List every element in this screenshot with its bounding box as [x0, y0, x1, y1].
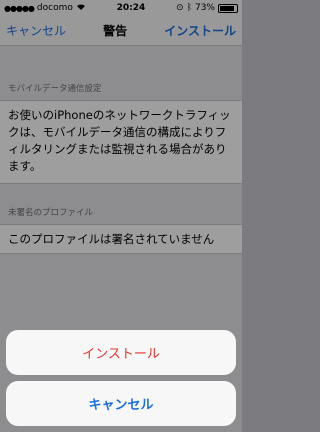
status-bar: ●●●●● docomo 20:24 ⊙ ᛒ 73%	[0, 0, 242, 16]
nav-install-button[interactable]: インストール	[164, 22, 236, 39]
carrier-name: docomo	[36, 3, 73, 13]
bluetooth-icon: ᛒ	[186, 3, 192, 13]
network-section-header: モバイルデータ通信設定	[8, 84, 102, 94]
battery-icon	[217, 3, 238, 13]
rotation-lock-icon: ⊙	[176, 3, 184, 13]
status-time: 20:24	[116, 3, 146, 13]
install-button[interactable]: インストール	[6, 330, 236, 375]
unsigned-section-header: 未署名のプロファイル	[8, 208, 94, 218]
unsigned-profile-text: このプロファイルは署名されていません	[0, 224, 242, 254]
nav-cancel-button[interactable]: キャンセル	[6, 22, 66, 39]
cancel-button[interactable]: キャンセル	[6, 381, 236, 426]
wifi-icon	[76, 3, 86, 14]
navigation-bar: キャンセル 警告 インストール	[0, 16, 242, 46]
signal-strength-icon: ●●●●●	[4, 3, 35, 13]
battery-percent: 73%	[194, 3, 215, 13]
page-title: 警告	[103, 24, 128, 38]
network-warning-text: お使いのiPhoneのネットワークトラフィックは、モバイルデータ通信の構成により…	[0, 100, 242, 184]
status-right: ⊙ ᛒ 73%	[176, 3, 238, 13]
status-left: ●●●●● docomo	[4, 3, 86, 14]
